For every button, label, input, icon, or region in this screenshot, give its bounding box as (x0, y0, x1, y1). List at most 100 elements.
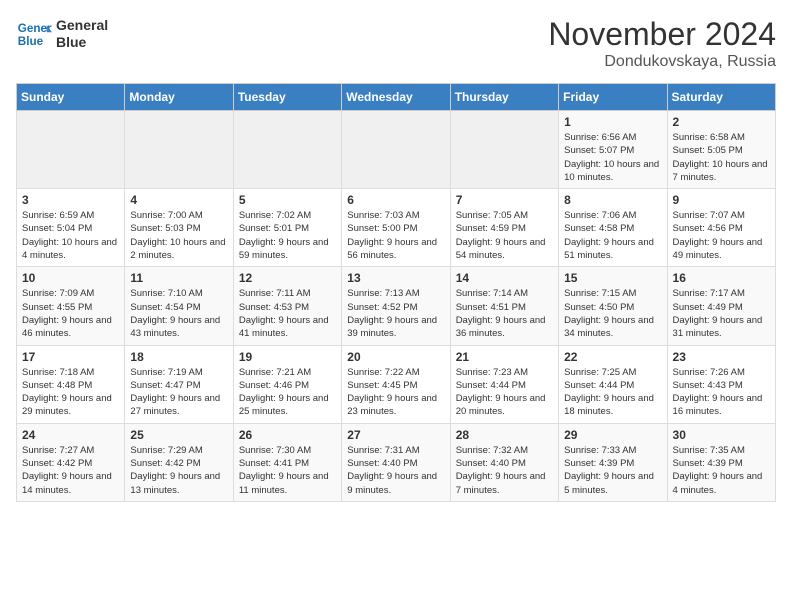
day-cell: 20 Sunrise: 7:22 AM Sunset: 4:45 PM Dayli… (342, 345, 450, 423)
day-cell (342, 111, 450, 189)
logo-line2: Blue (56, 34, 108, 51)
day-info: Sunrise: 7:17 AM Sunset: 4:49 PM Dayligh… (673, 287, 770, 340)
day-info: Sunrise: 7:14 AM Sunset: 4:51 PM Dayligh… (456, 287, 553, 340)
day-info: Sunrise: 7:35 AM Sunset: 4:39 PM Dayligh… (673, 444, 770, 497)
day-number: 23 (673, 350, 770, 364)
day-cell: 28 Sunrise: 7:32 AM Sunset: 4:40 PM Dayli… (450, 423, 558, 501)
day-number: 7 (456, 193, 553, 207)
day-info: Sunrise: 7:21 AM Sunset: 4:46 PM Dayligh… (239, 366, 336, 419)
day-cell: 1Sunrise: 6:56 AM Sunset: 5:07 PM Daylig… (559, 111, 667, 189)
day-number: 5 (239, 193, 336, 207)
day-number: 14 (456, 271, 553, 285)
day-number: 29 (564, 428, 661, 442)
month-title: November 2024 (548, 16, 776, 53)
day-cell: 13Sunrise: 7:13 AM Sunset: 4:52 PM Dayli… (342, 267, 450, 345)
day-cell: 2 Sunrise: 6:58 AM Sunset: 5:05 PM Daylig… (667, 111, 775, 189)
svg-text:Blue: Blue (18, 35, 44, 48)
day-cell (450, 111, 558, 189)
day-cell: 11Sunrise: 7:10 AM Sunset: 4:54 PM Dayli… (125, 267, 233, 345)
day-number: 4 (130, 193, 227, 207)
column-header-thursday: Thursday (450, 84, 558, 111)
day-info: Sunrise: 7:18 AM Sunset: 4:48 PM Dayligh… (22, 366, 119, 419)
day-cell (17, 111, 125, 189)
day-number: 27 (347, 428, 444, 442)
day-number: 3 (22, 193, 119, 207)
day-info: Sunrise: 7:09 AM Sunset: 4:55 PM Dayligh… (22, 287, 119, 340)
day-info: Sunrise: 7:19 AM Sunset: 4:47 PM Dayligh… (130, 366, 227, 419)
title-block: November 2024 Dondukovskaya, Russia (548, 16, 776, 71)
day-info: Sunrise: 7:13 AM Sunset: 4:52 PM Dayligh… (347, 287, 444, 340)
day-cell: 3 Sunrise: 6:59 AM Sunset: 5:04 PM Daylig… (17, 189, 125, 267)
day-number: 22 (564, 350, 661, 364)
day-info: Sunrise: 7:15 AM Sunset: 4:50 PM Dayligh… (564, 287, 661, 340)
column-header-tuesday: Tuesday (233, 84, 341, 111)
day-number: 6 (347, 193, 444, 207)
day-number: 24 (22, 428, 119, 442)
day-info: Sunrise: 7:31 AM Sunset: 4:40 PM Dayligh… (347, 444, 444, 497)
week-row-3: 10 Sunrise: 7:09 AM Sunset: 4:55 PM Dayli… (17, 267, 776, 345)
day-cell: 24Sunrise: 7:27 AM Sunset: 4:42 PM Dayli… (17, 423, 125, 501)
day-cell: 26Sunrise: 7:30 AM Sunset: 4:41 PM Dayli… (233, 423, 341, 501)
logo-line1: General (56, 17, 108, 34)
day-info: Sunrise: 6:59 AM Sunset: 5:04 PM Dayligh… (22, 209, 119, 262)
day-number: 20 (347, 350, 444, 364)
day-info: Sunrise: 6:58 AM Sunset: 5:05 PM Dayligh… (673, 131, 770, 184)
calendar-table: SundayMondayTuesdayWednesdayThursdayFrid… (16, 83, 776, 502)
day-cell: 29Sunrise: 7:33 AM Sunset: 4:39 PM Dayli… (559, 423, 667, 501)
day-number: 8 (564, 193, 661, 207)
day-number: 19 (239, 350, 336, 364)
day-number: 18 (130, 350, 227, 364)
day-info: Sunrise: 7:06 AM Sunset: 4:58 PM Dayligh… (564, 209, 661, 262)
column-header-wednesday: Wednesday (342, 84, 450, 111)
day-number: 12 (239, 271, 336, 285)
day-cell: 6 Sunrise: 7:03 AM Sunset: 5:00 PM Daylig… (342, 189, 450, 267)
day-cell: 14 Sunrise: 7:14 AM Sunset: 4:51 PM Dayli… (450, 267, 558, 345)
day-info: Sunrise: 7:26 AM Sunset: 4:43 PM Dayligh… (673, 366, 770, 419)
day-cell: 5 Sunrise: 7:02 AM Sunset: 5:01 PM Daylig… (233, 189, 341, 267)
day-cell: 10 Sunrise: 7:09 AM Sunset: 4:55 PM Dayli… (17, 267, 125, 345)
day-info: Sunrise: 7:00 AM Sunset: 5:03 PM Dayligh… (130, 209, 227, 262)
day-number: 21 (456, 350, 553, 364)
day-cell: 21 Sunrise: 7:23 AM Sunset: 4:44 PM Dayli… (450, 345, 558, 423)
day-cell: 9Sunrise: 7:07 AM Sunset: 4:56 PM Daylig… (667, 189, 775, 267)
column-header-sunday: Sunday (17, 84, 125, 111)
day-info: Sunrise: 7:22 AM Sunset: 4:45 PM Dayligh… (347, 366, 444, 419)
day-info: Sunrise: 7:25 AM Sunset: 4:44 PM Dayligh… (564, 366, 661, 419)
day-cell (233, 111, 341, 189)
day-number: 1 (564, 115, 661, 129)
day-number: 16 (673, 271, 770, 285)
day-cell: 17Sunrise: 7:18 AM Sunset: 4:48 PM Dayli… (17, 345, 125, 423)
day-info: Sunrise: 7:32 AM Sunset: 4:40 PM Dayligh… (456, 444, 553, 497)
day-cell: 19 Sunrise: 7:21 AM Sunset: 4:46 PM Dayli… (233, 345, 341, 423)
day-info: Sunrise: 7:29 AM Sunset: 4:42 PM Dayligh… (130, 444, 227, 497)
day-info: Sunrise: 7:05 AM Sunset: 4:59 PM Dayligh… (456, 209, 553, 262)
day-info: Sunrise: 7:02 AM Sunset: 5:01 PM Dayligh… (239, 209, 336, 262)
day-number: 10 (22, 271, 119, 285)
week-row-2: 3 Sunrise: 6:59 AM Sunset: 5:04 PM Daylig… (17, 189, 776, 267)
day-info: Sunrise: 7:11 AM Sunset: 4:53 PM Dayligh… (239, 287, 336, 340)
calendar-body: 1Sunrise: 6:56 AM Sunset: 5:07 PM Daylig… (17, 111, 776, 502)
logo-icon: General Blue (16, 16, 52, 52)
day-cell: 8 Sunrise: 7:06 AM Sunset: 4:58 PM Daylig… (559, 189, 667, 267)
day-number: 25 (130, 428, 227, 442)
day-cell: 7 Sunrise: 7:05 AM Sunset: 4:59 PM Daylig… (450, 189, 558, 267)
day-number: 2 (673, 115, 770, 129)
column-header-friday: Friday (559, 84, 667, 111)
logo-text: General Blue (56, 17, 108, 51)
week-row-1: 1Sunrise: 6:56 AM Sunset: 5:07 PM Daylig… (17, 111, 776, 189)
location: Dondukovskaya, Russia (548, 53, 776, 71)
day-cell: 12 Sunrise: 7:11 AM Sunset: 4:53 PM Dayli… (233, 267, 341, 345)
day-number: 9 (673, 193, 770, 207)
day-number: 26 (239, 428, 336, 442)
day-info: Sunrise: 7:10 AM Sunset: 4:54 PM Dayligh… (130, 287, 227, 340)
day-number: 30 (673, 428, 770, 442)
day-cell (125, 111, 233, 189)
week-row-4: 17Sunrise: 7:18 AM Sunset: 4:48 PM Dayli… (17, 345, 776, 423)
logo: General Blue General Blue (16, 16, 108, 52)
day-info: Sunrise: 7:03 AM Sunset: 5:00 PM Dayligh… (347, 209, 444, 262)
day-info: Sunrise: 7:23 AM Sunset: 4:44 PM Dayligh… (456, 366, 553, 419)
day-cell: 22 Sunrise: 7:25 AM Sunset: 4:44 PM Dayli… (559, 345, 667, 423)
column-header-monday: Monday (125, 84, 233, 111)
day-number: 28 (456, 428, 553, 442)
day-cell: 23 Sunrise: 7:26 AM Sunset: 4:43 PM Dayli… (667, 345, 775, 423)
